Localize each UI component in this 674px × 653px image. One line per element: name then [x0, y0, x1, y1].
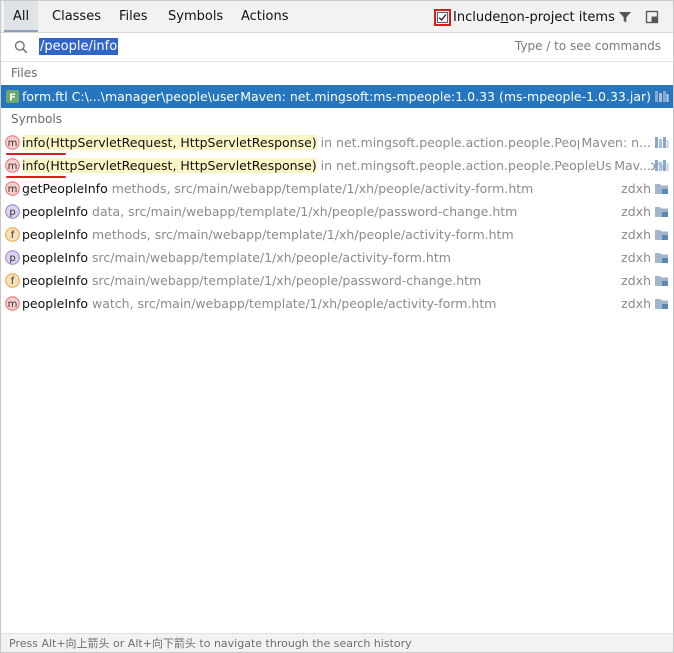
symbol-result-text: peopleInfo data, src/main/webapp/templat…: [22, 200, 517, 223]
svg-text:F: F: [9, 93, 16, 104]
symbol-result-row[interactable]: m info(HttpServletRequest, HttpServletRes…: [1, 131, 673, 154]
symbol-detail: data, src/main/webapp/template/1/xh/peop…: [88, 204, 518, 219]
svg-text:p: p: [9, 253, 15, 264]
symbol-result-row[interactable]: m getPeopleInfo methods, src/main/webapp/…: [1, 177, 673, 200]
symbol-location: zdxh: [621, 181, 651, 196]
symbol-location: zdxh: [621, 227, 651, 242]
symbol-result-text: getPeopleInfo methods, src/main/webapp/t…: [22, 177, 533, 200]
module-folder-icon: [655, 253, 668, 263]
svg-text:m: m: [8, 299, 18, 310]
tab-actions[interactable]: Actions: [232, 1, 298, 32]
svg-text:m: m: [8, 184, 18, 195]
symbol-name: peopleInfo: [22, 204, 89, 219]
tab-symbols[interactable]: Symbols: [159, 1, 232, 32]
include-label-mnemonic: n: [500, 9, 509, 25]
svg-text:m: m: [8, 138, 18, 149]
symbol-detail: watch, src/main/webapp/template/1/xh/peo…: [88, 296, 497, 311]
file-path: C:\...\manager\people\user: [67, 89, 240, 104]
tab-classes[interactable]: Classes: [43, 1, 110, 32]
freemarker-file-icon: F: [6, 90, 19, 104]
symbol-kind-f-icon: f: [5, 273, 20, 288]
search-input[interactable]: /people/info: [39, 38, 119, 55]
search-icon: [14, 40, 28, 54]
symbol-result-row[interactable]: m info(HttpServletRequest, HttpServletRes…: [1, 154, 673, 177]
symbol-result-text: info(HttpServletRequest, HttpServletResp…: [22, 131, 635, 154]
include-non-project-toggle[interactable]: Include n on-project items: [434, 7, 615, 27]
symbol-name: info(HttpServletRequest, HttpServletResp…: [22, 158, 317, 173]
symbol-name: peopleInfo: [22, 250, 89, 265]
symbol-result-row[interactable]: p peopleInfo data, src/main/webapp/templa…: [1, 200, 673, 223]
symbol-kind-f-icon: f: [5, 227, 20, 242]
symbol-detail: methods, src/main/webapp/template/1/xh/p…: [107, 181, 534, 196]
module-folder-icon: [655, 230, 668, 240]
symbol-kind-m-icon: m: [5, 135, 20, 150]
include-label-pre: Include: [453, 9, 501, 25]
symbol-kind-m-icon: m: [5, 296, 20, 311]
red-underline-annotation: [6, 176, 66, 178]
symbol-detail: methods, src/main/webapp/template/1/xh/p…: [88, 227, 514, 242]
checkmark-icon: [438, 13, 447, 21]
symbol-kind-p-icon: p: [5, 250, 20, 265]
symbol-result-text: peopleInfo src/main/webapp/template/1/xh…: [22, 269, 481, 292]
symbol-name: getPeopleInfo: [22, 181, 108, 196]
symbol-location: zdxh: [621, 273, 651, 288]
symbol-result-row[interactable]: f peopleInfo src/main/webapp/template/1/x…: [1, 269, 673, 292]
file-result-text: form.ftl C:\...\manager\people\user: [22, 85, 239, 108]
symbol-detail: src/main/webapp/template/1/xh/people/act…: [88, 250, 451, 265]
symbol-result-row[interactable]: f peopleInfo methods, src/main/webapp/tem…: [1, 223, 673, 246]
tab-all[interactable]: All: [4, 1, 39, 32]
symbol-location: zdxh: [621, 296, 651, 311]
include-label-post: on-project items: [508, 9, 615, 25]
include-checkbox[interactable]: [437, 11, 448, 23]
symbol-result-text: peopleInfo src/main/webapp/template/1/xh…: [22, 246, 451, 269]
red-underline-annotation: [6, 153, 66, 155]
module-folder-icon: [655, 299, 668, 309]
search-hint: Type / to see commands: [514, 39, 661, 53]
file-location: Maven: net.mingsoft:ms-mpeople:1.0.33 (m…: [240, 89, 651, 104]
search-everywhere-popup: All Classes Files Symbols Actions Includ…: [0, 0, 674, 653]
section-symbols: Symbols: [11, 112, 62, 126]
svg-text:f: f: [11, 230, 15, 241]
svg-text:f: f: [11, 276, 15, 287]
checkbox-highlight: [434, 8, 451, 26]
symbol-name: peopleInfo: [22, 273, 89, 288]
status-bar: Press Alt+向上箭头 or Alt+向下箭头 to navigate t…: [1, 633, 673, 652]
symbol-location: Mav...: [611, 154, 651, 177]
library-icon: [655, 137, 669, 148]
library-icon: [655, 91, 669, 102]
filter-icon[interactable]: [618, 10, 632, 24]
symbol-name: peopleInfo: [22, 296, 89, 311]
symbol-kind-m-icon: m: [5, 158, 20, 173]
symbol-location: zdxh: [621, 204, 651, 219]
symbol-result-row[interactable]: p peopleInfo src/main/webapp/template/1/x…: [1, 246, 673, 269]
symbol-kind-m-icon: m: [5, 181, 20, 196]
tab-bar: All Classes Files Symbols Actions Includ…: [1, 1, 673, 33]
module-folder-icon: [655, 184, 668, 194]
symbol-location: Maven: n...: [578, 131, 651, 154]
open-in-window-icon[interactable]: [645, 10, 659, 24]
symbol-result-row[interactable]: m peopleInfo watch, src/main/webapp/templ…: [1, 292, 673, 315]
library-icon: [655, 160, 669, 171]
symbol-name: peopleInfo: [22, 227, 89, 242]
module-folder-icon: [655, 276, 668, 286]
symbol-result-text: peopleInfo methods, src/main/webapp/temp…: [22, 223, 514, 246]
symbol-detail: src/main/webapp/template/1/xh/people/pas…: [88, 273, 482, 288]
svg-text:m: m: [8, 161, 18, 172]
symbol-name: info(HttpServletRequest, HttpServletResp…: [22, 135, 317, 150]
search-bar: /people/info Type / to see commands: [1, 33, 673, 62]
file-name: form.ftl: [22, 89, 68, 104]
module-folder-icon: [655, 207, 668, 217]
symbol-kind-p-icon: p: [5, 204, 20, 219]
symbol-result-text: peopleInfo watch, src/main/webapp/templa…: [22, 292, 496, 315]
symbol-location: zdxh: [621, 250, 651, 265]
symbol-result-text: info(HttpServletRequest, HttpServletResp…: [22, 154, 664, 177]
section-files: Files: [11, 66, 38, 80]
file-result-row[interactable]: Fform.ftl C:\...\manager\people\user Mave…: [1, 85, 673, 108]
tab-files[interactable]: Files: [110, 1, 157, 32]
svg-text:p: p: [9, 207, 15, 218]
